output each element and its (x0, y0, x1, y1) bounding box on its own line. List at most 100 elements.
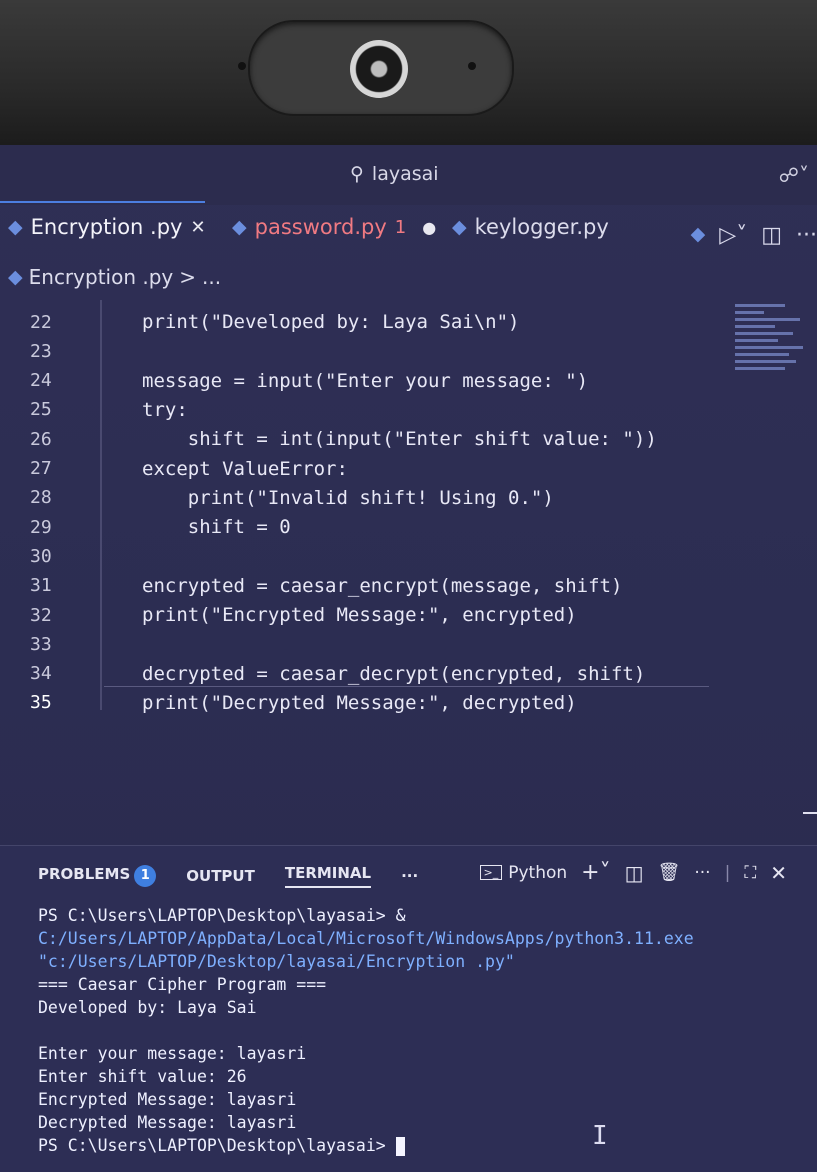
python-icon[interactable]: ◆ (691, 223, 706, 248)
line-number: 22 (30, 311, 52, 333)
code-line[interactable]: 26 shift = int(input("Enter shift value:… (0, 425, 720, 453)
line-code: decrypted = caesar_decrypt(encrypted, sh… (142, 662, 646, 685)
unsaved-dot-icon[interactable]: ● (422, 218, 436, 237)
terminal-line: Developed by: Laya Sai (38, 998, 257, 1017)
python-file-icon: ◆ (8, 216, 23, 238)
laptop-bezel (0, 0, 817, 145)
run-icon[interactable]: ▷˅ (719, 223, 747, 248)
code-line[interactable]: 35 print("Decrypted Message:", decrypted) (0, 689, 720, 717)
terminal-line: Decrypted Message: layasri (38, 1113, 297, 1132)
tab-problems-label: PROBLEMS (38, 865, 131, 883)
tab-keylogger[interactable]: ◆ keylogger.py (452, 215, 609, 239)
trash-icon[interactable]: 🗑 (658, 862, 681, 883)
code-line[interactable]: 34 decrypted = caesar_decrypt(encrypted, … (0, 660, 720, 688)
split-terminal-icon[interactable]: ◫ (625, 861, 644, 885)
tab-encryption[interactable]: ◆ Encryption .py ✕ (8, 215, 206, 239)
breadcrumb: ◆ Encryption .py > ... (8, 265, 221, 289)
terminal-line: Enter shift value: 26 (38, 1067, 247, 1086)
code-line[interactable]: 27 except ValueError: (0, 455, 720, 483)
active-tab-indicator (0, 201, 205, 203)
line-code: print("Invalid shift! Using 0.") (142, 486, 554, 509)
tab-label: password.py (254, 215, 387, 239)
breadcrumb-separator: > (179, 265, 197, 289)
tab-output[interactable]: OUTPUT (186, 867, 255, 885)
line-number: 34 (30, 663, 52, 685)
panel-more-icon[interactable]: ··· (401, 867, 418, 885)
panel-tabs: PROBLEMS 1 OUTPUT TERMINAL ··· (38, 864, 418, 888)
tab-problems[interactable]: PROBLEMS 1 (38, 865, 157, 887)
terminal-output[interactable]: PS C:\Users\LAPTOP\Desktop\layasai> & C:… (38, 904, 798, 1157)
close-icon[interactable]: ✕ (190, 217, 205, 238)
code-line[interactable]: 29 shift = 0 (0, 513, 720, 541)
tab-label: Encryption .py (30, 215, 183, 239)
minimap[interactable] (735, 300, 807, 410)
code-line[interactable]: 28 print("Invalid shift! Using 0.") (0, 484, 720, 512)
terminal-line: PS C:\Users\LAPTOP\Desktop\layasai> (38, 1134, 798, 1157)
terminal-line: Enter your message: layasri (38, 1044, 307, 1063)
mouse-ibeam-cursor: I (592, 1121, 608, 1151)
tab-terminal[interactable]: TERMINAL (284, 864, 372, 888)
breadcrumb-more[interactable]: ... (202, 265, 221, 289)
split-editor-icon[interactable]: ◫ (761, 223, 782, 248)
problems-badge: 1 (134, 865, 157, 887)
line-number: 33 (30, 633, 52, 655)
search-icon: ⚲ (350, 163, 364, 185)
scrollbar-marker[interactable] (803, 812, 817, 814)
line-code: message = input("Enter your message: ") (142, 369, 589, 392)
python-file-icon: ◆ (452, 216, 467, 238)
line-code: try: (142, 398, 188, 421)
bezel-dot-right (468, 62, 476, 70)
command-center-search[interactable]: ⚲ layasai (350, 163, 439, 185)
code-line[interactable]: 24 message = input("Enter your message: "… (0, 367, 720, 395)
bottom-panel: PROBLEMS 1 OUTPUT TERMINAL ··· >_ Python … (0, 845, 817, 1172)
terminal-cursor (395, 1137, 405, 1156)
line-number: 32 (30, 604, 52, 626)
line-number: 26 (30, 428, 52, 450)
terminal-line: PS C:\Users\LAPTOP\Desktop\layasai> & C:… (38, 906, 704, 971)
vscode-window: ⚲ layasai ☍˅ ◆ Encryption .py ✕ ◆ passwo… (0, 145, 817, 1172)
python-file-icon: ◆ (8, 266, 23, 288)
line-code: except ValueError: (142, 457, 348, 480)
terminal-line: === Caesar Cipher Program === (38, 975, 327, 994)
webcam-lens (350, 40, 408, 98)
line-code: print("Encrypted Message:", encrypted) (142, 604, 577, 626)
code-line[interactable]: 32 print("Encrypted Message:", encrypted) (0, 601, 720, 629)
code-line[interactable]: 23 (0, 337, 720, 365)
line-number: 23 (30, 340, 52, 362)
editor-actions: ◆ ▷˅ ◫ ··· (691, 223, 817, 248)
breadcrumb-file[interactable]: Encryption .py (29, 265, 174, 289)
line-number: 28 (30, 487, 52, 509)
line-number: 25 (30, 399, 52, 421)
line-code: print("Decrypted Message:", decrypted) (142, 691, 577, 714)
tab-label: keylogger.py (474, 215, 609, 239)
maximize-panel-icon[interactable]: ⛶ (744, 863, 756, 883)
more-icon[interactable]: ··· (694, 863, 710, 883)
line-code: encrypted = caesar_encrypt(message, shif… (142, 574, 623, 597)
code-line[interactable]: 22 print("Developed by: Laya Sai\n") (0, 308, 720, 336)
line-number: 24 (30, 370, 52, 392)
python-file-icon: ◆ (232, 216, 247, 238)
webcam-cover (238, 20, 514, 116)
panel-toolbar: >_ Python +˅ ◫ 🗑 ··· | ⛶ ✕ (479, 860, 787, 885)
line-number: 29 (30, 516, 52, 538)
code-editor[interactable]: 22 print("Developed by: Laya Sai\n") 23 24 m… (0, 300, 817, 845)
code-line[interactable]: 33 (0, 630, 720, 658)
more-actions-icon[interactable]: ··· (796, 223, 817, 248)
line-number: 31 (30, 575, 52, 597)
divider: | (724, 862, 731, 883)
terminal-shell-selector[interactable]: >_ Python (479, 863, 567, 883)
copilot-chat-icon[interactable]: ☍˅ (779, 163, 809, 187)
close-panel-icon[interactable]: ✕ (770, 861, 787, 885)
code-line[interactable]: 31 encrypted = caesar_encrypt(message, sh… (0, 572, 720, 600)
problem-count: 1 (394, 216, 407, 238)
line-number: 30 (30, 545, 52, 567)
new-terminal-icon[interactable]: +˅ (581, 860, 610, 885)
terminal-line: Encrypted Message: layasri (38, 1090, 297, 1109)
code-line[interactable]: 30 (0, 542, 720, 570)
tab-password[interactable]: ◆ password.py 1 ● (232, 215, 436, 239)
title-bar: ⚲ layasai ☍˅ (0, 145, 817, 205)
code-line[interactable]: 25 try: (0, 396, 720, 424)
line-code: shift = int(input("Enter shift value: ")… (142, 428, 657, 451)
line-code: shift = 0 (142, 516, 291, 539)
